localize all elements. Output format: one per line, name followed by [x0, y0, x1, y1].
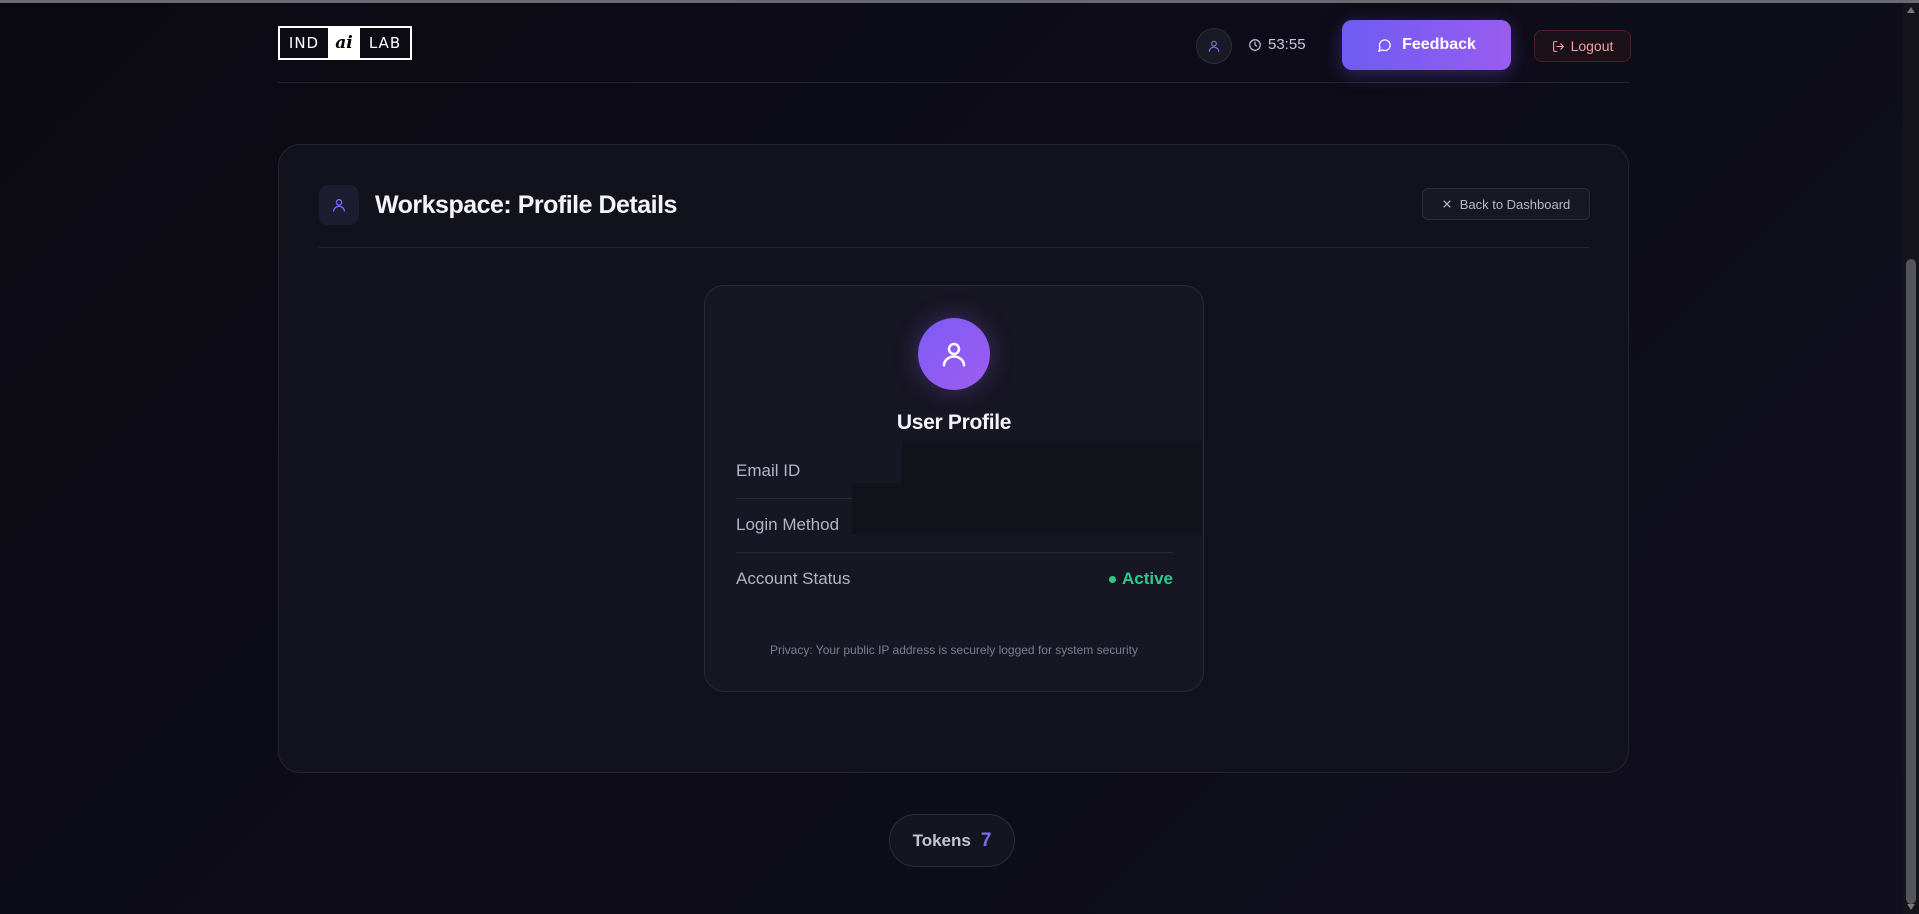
login-method-label: Login Method	[736, 515, 840, 534]
tokens-label: Tokens	[912, 830, 971, 850]
email-label: Email ID	[736, 461, 801, 480]
panel-icon-box	[319, 185, 359, 225]
close-icon	[1443, 200, 1451, 208]
feedback-button[interactable]: Feedback	[1342, 20, 1511, 70]
message-circle-icon	[1377, 38, 1391, 52]
status-badge: Active	[1108, 569, 1173, 589]
user-icon	[942, 342, 966, 367]
redacted-login-value	[852, 483, 1202, 535]
page-title: Workspace: Profile Details	[375, 191, 677, 219]
user-icon	[1208, 40, 1220, 52]
tokens-value: 7	[980, 829, 992, 851]
status-dot-icon	[1108, 575, 1116, 583]
scrollbar-thumb[interactable]	[1906, 259, 1916, 904]
logout-button[interactable]: Logout	[1534, 30, 1631, 62]
logout-icon	[1552, 40, 1564, 52]
clock-icon	[1249, 38, 1261, 51]
account-status-row: Account Status Active	[736, 552, 1173, 606]
session-timer: 53:55	[1248, 36, 1306, 53]
window-top-border	[0, 0, 1919, 3]
account-status-label: Account Status	[736, 569, 851, 588]
user-profile-button[interactable]	[1196, 28, 1232, 64]
panel-header: Workspace: Profile Details Back to Dashb…	[319, 185, 1590, 248]
profile-title: User Profile	[896, 411, 1012, 434]
tokens-counter[interactable]: Tokens 7	[889, 814, 1015, 867]
logout-label: Logout	[1570, 38, 1614, 54]
status-value: Active	[1121, 569, 1173, 588]
logo-text-ai: ai	[328, 28, 360, 58]
logo[interactable]: IND ai LAB	[278, 26, 412, 60]
back-to-dashboard-button[interactable]: Back to Dashboard	[1422, 188, 1590, 220]
feedback-label: Feedback	[1402, 36, 1476, 53]
timer-value: 53:55	[1268, 36, 1306, 53]
back-label: Back to Dashboard	[1459, 196, 1571, 212]
vertical-scrollbar[interactable]	[1903, 3, 1919, 914]
user-icon	[333, 199, 345, 212]
logo-text-ind: IND	[288, 34, 320, 52]
privacy-note: Privacy: Your public IP address is secur…	[770, 643, 1138, 657]
top-navbar: IND ai LAB 53:55 Feedback Logout	[278, 16, 1631, 83]
scroll-down-arrow-icon[interactable]	[1907, 904, 1915, 910]
redacted-email-value	[902, 441, 1202, 486]
logo-text-lab: LAB	[368, 34, 402, 52]
avatar	[918, 318, 990, 390]
scroll-up-arrow-icon[interactable]	[1907, 7, 1915, 13]
profile-details-panel: Workspace: Profile Details Back to Dashb…	[278, 144, 1629, 773]
user-profile-card: User Profile Email ID Login Method Accou…	[704, 285, 1204, 692]
